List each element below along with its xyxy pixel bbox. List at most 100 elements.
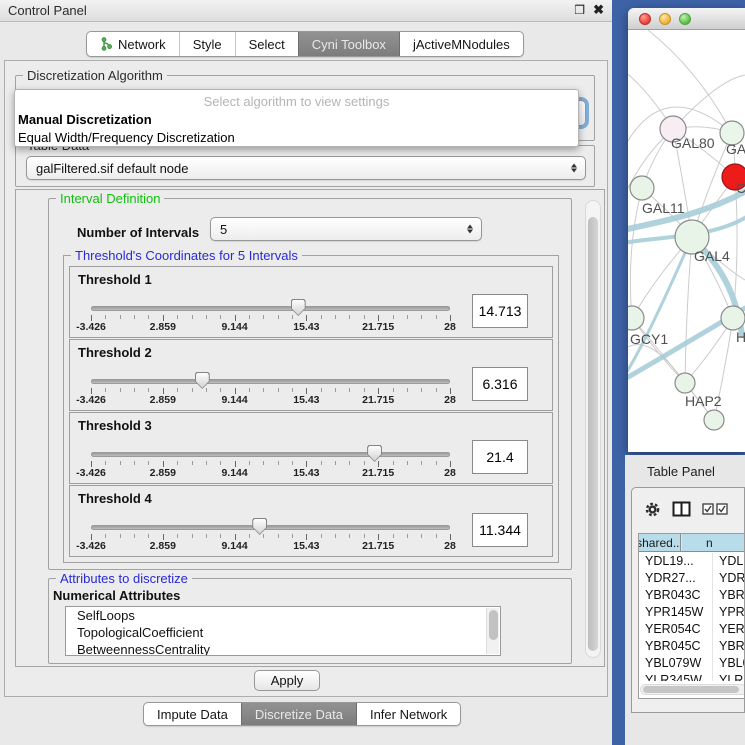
minimize-traffic-light-icon[interactable]: [659, 13, 671, 25]
table-cell[interactable]: YBR045C: [639, 638, 712, 655]
threshold-4-label: Threshold 4: [78, 491, 152, 506]
table-row[interactable]: YPR145WYPR1: [639, 604, 745, 621]
table-cell[interactable]: YLR345W: [639, 672, 712, 681]
table-cell[interactable]: YBL0: [712, 655, 745, 672]
slider-track[interactable]: [91, 525, 450, 530]
column-header-name[interactable]: n: [681, 534, 745, 551]
tab-cyni-toolbox[interactable]: Cyni Toolbox: [298, 32, 399, 56]
tick-label: 15.43: [293, 394, 319, 406]
network-edge: [648, 30, 732, 133]
zoom-traffic-light-icon[interactable]: [679, 13, 691, 25]
table-row[interactable]: YER054CYER0: [639, 621, 745, 638]
node-gcy1[interactable]: [628, 306, 644, 330]
table-cell[interactable]: YDR2: [712, 570, 745, 587]
slider-ticks: [91, 314, 450, 321]
table-cell[interactable]: YBR0: [712, 587, 745, 604]
attribute-list-scrollbar[interactable]: [486, 608, 499, 654]
table-horizontal-scrollbar[interactable]: [640, 684, 745, 695]
float-window-icon[interactable]: ❒: [574, 3, 585, 17]
table-cell[interactable]: YLR3: [712, 672, 745, 681]
checkbox-icons[interactable]: [702, 503, 728, 515]
tick-label: 15.43: [293, 540, 319, 552]
node-gal11[interactable]: [630, 176, 654, 200]
table-row[interactable]: YDR27...YDR2: [639, 570, 745, 587]
tick-label: 28: [444, 394, 456, 406]
table-body: YDL19...YDL1YDR27...YDR2YBR043CYBR0YPR14…: [639, 553, 745, 681]
control-panel-window: Control Panel ❒ ✖ NetworkStyleSelectCyni…: [0, 0, 612, 745]
network-window-titlebar[interactable]: [628, 8, 745, 30]
settings-scrollpane: Interval Definition Number of Intervals …: [15, 189, 605, 667]
table-cell[interactable]: YBR0: [712, 638, 745, 655]
column-header-shared-name[interactable]: shared...: [639, 534, 681, 551]
table-cell[interactable]: YDR27...: [639, 570, 712, 587]
table-data-combobox[interactable]: galFiltered.sif default node: [26, 156, 586, 180]
threshold-3-slider[interactable]: -3.4262.8599.14415.4321.71528: [91, 450, 450, 480]
threshold-4-slider[interactable]: -3.4262.8599.14415.4321.71528: [91, 523, 450, 553]
threshold-2-label: Threshold 2: [78, 345, 152, 360]
threshold-2-slider[interactable]: -3.4262.8599.14415.4321.71528: [91, 377, 450, 407]
attributes-to-discretize-group: Attributes to discretize Numerical Attri…: [48, 578, 572, 664]
tab-impute-data[interactable]: Impute Data: [144, 703, 241, 725]
tab-network[interactable]: Network: [87, 32, 179, 56]
combo-arrows-icon: [467, 225, 473, 234]
network-canvas[interactable]: GAL80GACGAL11GAL4GCY1HHAP2: [628, 30, 745, 445]
attribute-list-item[interactable]: BetweennessCentrality: [66, 641, 500, 656]
table-cell[interactable]: YBR043C: [639, 587, 712, 604]
table-header-row: shared... n: [639, 534, 745, 552]
tick-label: -3.426: [76, 540, 106, 552]
dropdown-option-equal-width[interactable]: Equal Width/Frequency Discretization: [15, 129, 578, 147]
threshold-3-value-field[interactable]: 21.4: [472, 440, 528, 474]
attribute-list-item[interactable]: TopologicalCoefficient: [66, 624, 500, 641]
attribute-list-item[interactable]: SelfLoops: [66, 607, 500, 624]
table-row[interactable]: YLR345WYLR3: [639, 672, 745, 681]
table-row[interactable]: YBR043CYBR0: [639, 587, 745, 604]
table-cell[interactable]: YDL1: [712, 553, 745, 570]
threshold-1-value-field[interactable]: 14.713: [472, 294, 528, 328]
tick-label: 21.715: [362, 540, 394, 552]
table-row[interactable]: YBR045CYBR0: [639, 638, 745, 655]
slider-track[interactable]: [91, 306, 450, 311]
table-data-combo-value: galFiltered.sif default node: [36, 161, 188, 176]
threshold-3-panel: Threshold 3 -3.4262.8599.14415.4321.7152…: [69, 412, 553, 484]
node-h[interactable]: [721, 306, 745, 330]
number-of-intervals-combobox[interactable]: 5: [210, 217, 482, 241]
network-edge: [630, 188, 642, 318]
node-hap2[interactable]: [675, 373, 695, 393]
dropdown-placeholder-option[interactable]: Select algorithm to view settings: [15, 93, 578, 111]
table-cell[interactable]: YER0: [712, 621, 745, 638]
threshold-1-slider[interactable]: -3.4262.8599.14415.4321.71528: [91, 304, 450, 334]
table-browser-window: shared... n YDL19...YDL1YDR27...YDR2YBR0…: [631, 487, 745, 713]
threshold-4-value-field[interactable]: 11.344: [472, 513, 528, 547]
table-row[interactable]: YDL19...YDL1: [639, 553, 745, 570]
tab-label: Select: [249, 37, 285, 52]
tab-jactivemnodules[interactable]: jActiveMNodules: [399, 32, 523, 56]
node-bottom[interactable]: [704, 410, 724, 430]
table-row[interactable]: YBL079WYBL0: [639, 655, 745, 672]
tick-label: 2.859: [150, 540, 176, 552]
attributes-group-title: Attributes to discretize: [56, 571, 192, 586]
tab-label: Impute Data: [157, 707, 228, 722]
close-window-icon[interactable]: ✖: [593, 2, 604, 18]
slider-track[interactable]: [91, 452, 450, 457]
table-cell[interactable]: YBL079W: [639, 655, 712, 672]
table-cell[interactable]: YPR1: [712, 604, 745, 621]
table-cell[interactable]: YER054C: [639, 621, 712, 638]
tab-label: Discretize Data: [255, 707, 343, 722]
slider-tick-labels: -3.4262.8599.14415.4321.71528: [91, 467, 450, 479]
tab-infer-network[interactable]: Infer Network: [356, 703, 460, 725]
close-traffic-light-icon[interactable]: [639, 13, 651, 25]
tab-style[interactable]: Style: [179, 32, 235, 56]
slider-track[interactable]: [91, 379, 450, 384]
split-columns-icon[interactable]: [672, 501, 691, 517]
top-tab-bar: NetworkStyle Select Cyni ToolboxjActiveMNo…: [86, 31, 524, 57]
tab-select[interactable]: Select: [235, 32, 298, 56]
apply-button[interactable]: Apply: [254, 670, 320, 691]
tab-discretize-data[interactable]: Discretize Data: [241, 703, 356, 725]
dropdown-option-manual[interactable]: Manual Discretization: [15, 111, 578, 129]
threshold-2-value-field[interactable]: 6.316: [472, 367, 528, 401]
gear-icon[interactable]: [644, 501, 661, 518]
settings-vertical-scrollbar[interactable]: [585, 200, 601, 658]
slider-ticks: [91, 387, 450, 394]
table-cell[interactable]: YPR145W: [639, 604, 712, 621]
table-cell[interactable]: YDL19...: [639, 553, 712, 570]
